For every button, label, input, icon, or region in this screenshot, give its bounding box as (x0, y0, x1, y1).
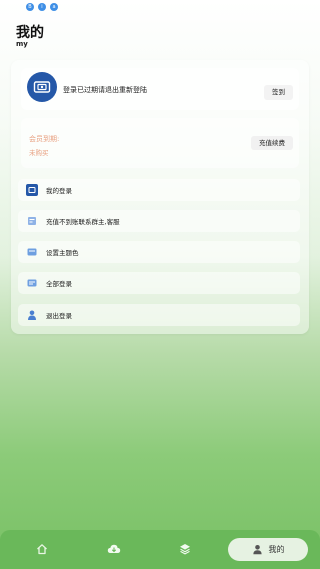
menu-item-label: 我的登录 (46, 187, 72, 195)
layers-icon (179, 540, 191, 559)
user-icon (26, 309, 38, 321)
menu-item-label: 退出登录 (46, 312, 72, 320)
menu-item-support[interactable]: 充值不到账联系群主,客服 (18, 210, 300, 232)
menu-item-label: 充值不到账联系群主,客服 (46, 218, 120, 226)
menu-item-all-login[interactable]: 全部登录 (18, 272, 300, 294)
list-icon (26, 277, 38, 289)
status-bar-icons: B i a (26, 3, 58, 11)
membership-status: 未购买 (29, 149, 49, 157)
menu-item-theme[interactable]: 设置主题色 (18, 241, 300, 263)
membership-expiry-label: 会员到期: (29, 135, 60, 143)
bottom-nav: 我的 (0, 530, 320, 569)
status-icon-1: B (26, 3, 34, 11)
cloud-download-icon (107, 540, 121, 559)
support-icon (26, 215, 38, 227)
nav-home[interactable] (28, 530, 56, 569)
recharge-button[interactable]: 充值续费 (251, 136, 293, 150)
nav-my-label: 我的 (268, 545, 285, 554)
home-icon (36, 540, 48, 559)
menu-item-logout[interactable]: 退出登录 (18, 304, 300, 326)
person-icon (252, 540, 263, 559)
status-icon-2: i (38, 3, 46, 11)
menu-item-label: 全部登录 (46, 280, 72, 288)
page-subtitle: my (16, 40, 28, 48)
login-status-text: 登录已过期请退出重新登陆 (63, 86, 147, 94)
ticket-icon (26, 184, 38, 196)
login-ticket-icon (27, 72, 57, 102)
nav-my-active[interactable]: 我的 (228, 538, 308, 561)
page-title: 我的 (16, 25, 44, 41)
login-row[interactable]: 登录已过期请退出重新登陆 签到 (21, 68, 299, 110)
palette-icon (26, 246, 38, 258)
status-icon-3: a (50, 3, 58, 11)
menu-item-my-login[interactable]: 我的登录 (18, 179, 300, 201)
menu-item-label: 设置主题色 (46, 249, 79, 257)
signin-button[interactable]: 签到 (264, 85, 293, 100)
nav-layers[interactable] (171, 530, 199, 569)
nav-download[interactable] (100, 530, 128, 569)
membership-box: 会员到期: 未购买 充值续费 (21, 118, 299, 168)
